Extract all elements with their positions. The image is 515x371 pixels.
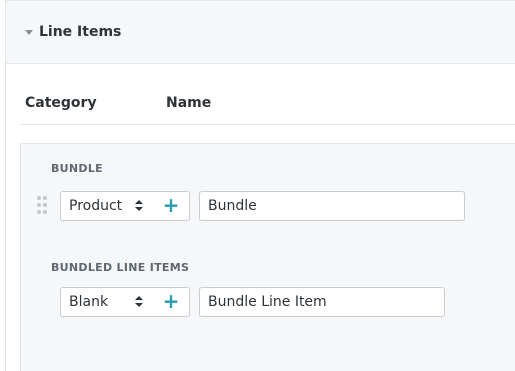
section-label-bundled-line-items: BUNDLED LINE ITEMS (51, 261, 190, 274)
add-button-bundled[interactable]: + (153, 287, 190, 317)
select-arrows-icon (135, 200, 143, 212)
section-label-bundle: BUNDLE (51, 162, 103, 175)
column-header-category: Category (25, 95, 97, 111)
drag-handle-icon[interactable] (37, 196, 47, 214)
caret-down-icon[interactable] (25, 30, 33, 35)
select-arrows-icon (135, 296, 143, 308)
name-input-bundled[interactable]: Bundle Line Item (199, 287, 445, 317)
name-input-bundle[interactable]: Bundle (199, 191, 465, 221)
panel-title: Line Items (39, 24, 122, 40)
category-select-value: Product (69, 198, 123, 214)
line-items-group (20, 143, 515, 371)
category-select-value: Blank (69, 294, 109, 310)
column-header-name: Name (166, 95, 212, 111)
header-divider (20, 124, 515, 125)
category-select-bundled[interactable]: Blank (60, 287, 154, 317)
panel-header[interactable]: Line Items (6, 0, 515, 64)
category-select-bundle[interactable]: Product (60, 191, 154, 221)
add-button-bundle[interactable]: + (153, 191, 190, 221)
